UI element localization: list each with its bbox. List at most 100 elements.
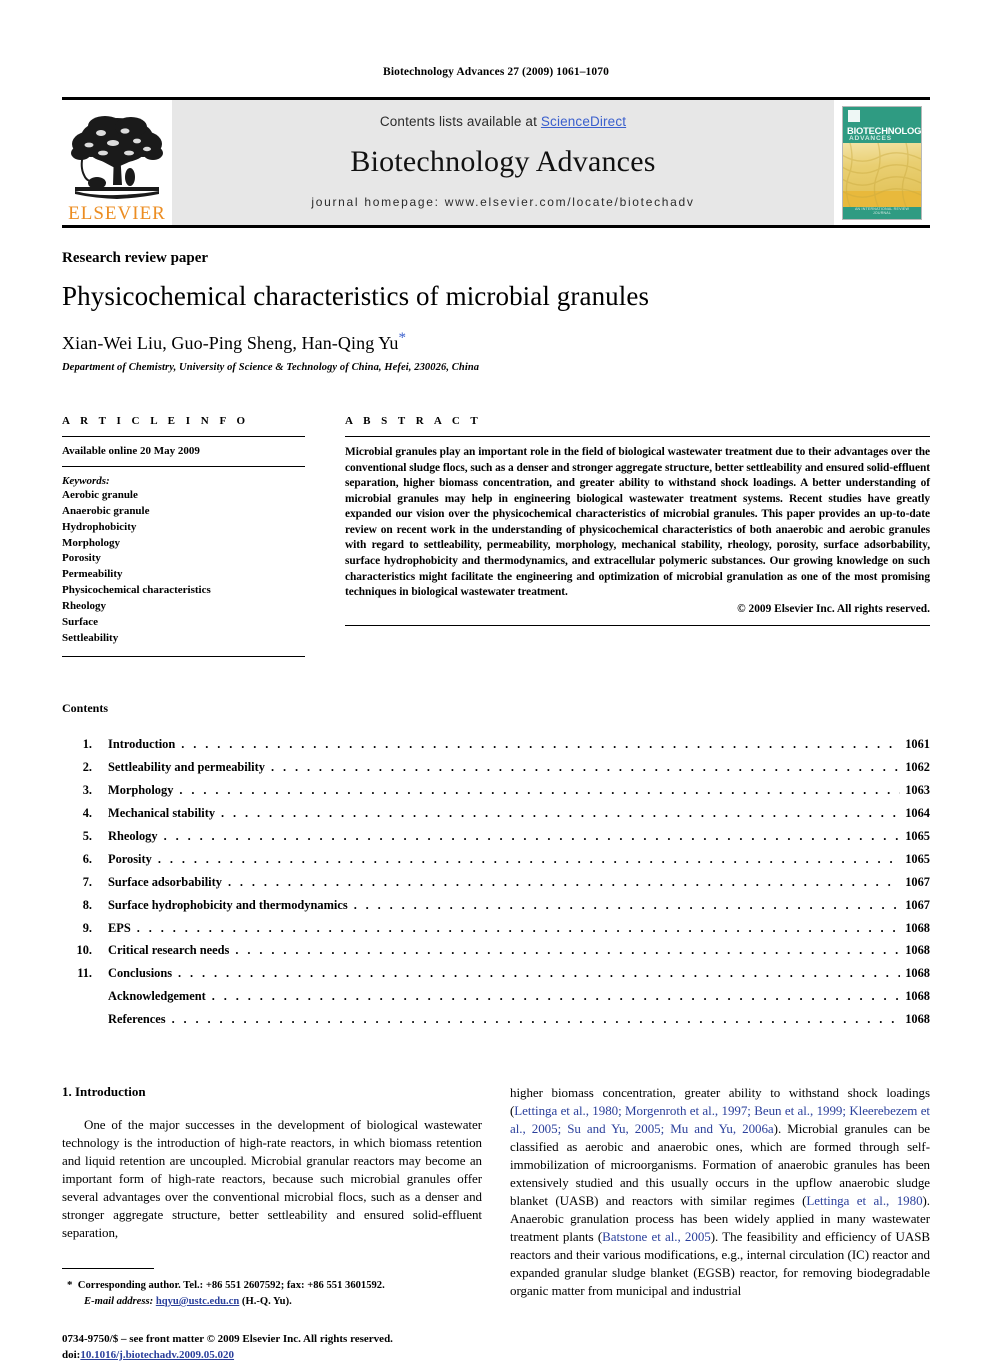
journal-title: Biotechnology Advances [350,145,656,178]
toc-row[interactable]: 2. Settleability and permeability . . . … [62,760,930,775]
contents-section: Contents 1. Introduction . . . . . . . .… [62,701,930,1025]
article-info-column: A R T I C L E I N F O Available online 2… [62,415,305,658]
body-columns: 1. Introduction One of the major success… [62,1084,930,1361]
toc-label: Mechanical stability [108,806,216,821]
abstract-rule-bottom [345,624,930,626]
toc-page-number: 1063 [905,783,930,798]
article-info-heading: A R T I C L E I N F O [62,415,250,428]
toc-page-number: 1068 [905,920,930,935]
toc-page-number: 1065 [905,851,930,866]
citation-group-2[interactable]: Lettinga et al., 1980 [806,1193,922,1208]
toc-label: Morphology [108,783,174,798]
toc-leader-dots: . . . . . . . . . . . . . . . . . . . . … [179,784,900,797]
toc-row[interactable]: 5. Rheology . . . . . . . . . . . . . . … [62,828,930,843]
toc-row[interactable]: 6. Porosity . . . . . . . . . . . . . . … [62,851,930,866]
toc-row[interactable]: 8. Surface hydrophobicity and thermodyna… [62,897,930,912]
toc-label: Rheology [108,828,158,843]
toc-label: EPS [108,920,131,935]
toc-row[interactable]: 10. Critical research needs . . . . . . … [62,943,931,958]
toc-row[interactable]: Acknowledgement . . . . . . . . . . . . … [62,990,930,1003]
toc-number: 7. [82,874,92,889]
toc-leader-dots: . . . . . . . . . . . . . . . . . . . . … [178,967,900,980]
doi-label: doi: [62,1348,81,1361]
corresponding-author-marker: * [398,330,407,347]
toc-page-number: 1068 [905,943,930,958]
cover-title: BIOTECHNOLOGY [847,124,922,136]
elsevier-tree-icon [67,111,167,203]
cover-dna-strands-icon [843,142,921,207]
toc-row[interactable]: 7. Surface adsorbability . . . . . . . .… [62,874,930,889]
toc-row[interactable]: 3. Morphology . . . . . . . . . . . . . … [62,783,930,798]
body-column-gutter [482,1084,510,1310]
toc-leader-dots: . . . . . . . . . . . . . . . . . . . . … [235,944,900,957]
keyword-item: Porosity [62,552,101,565]
toc-label: Introduction [108,737,176,752]
toc-number: 1. [82,737,92,752]
toc-leader-dots: . . . . . . . . . . . . . . . . . . . . … [211,990,900,1003]
info-abstract-region: A R T I C L E I N F O Available online 2… [62,415,930,658]
contents-lists-line: Contents lists available at ScienceDirec… [380,114,626,129]
contents-heading: Contents [62,701,109,716]
doi-link[interactable]: 10.1016/j.biotechadv.2009.05.020 [80,1349,234,1361]
toc-leader-dots: . . . . . . . . . . . . . . . . . . . . … [227,875,900,889]
toc-page-number: 1067 [905,897,930,912]
toc-row[interactable]: 11. Conclusions . . . . . . . . . . . . … [62,966,930,981]
citation-group-3[interactable]: Batstone et al., 2005 [602,1229,711,1244]
toc-leader-dots: . . . . . . . . . . . . . . . . . . . . … [353,898,901,912]
toc-row[interactable]: References . . . . . . . . . . . . . . .… [62,1012,930,1027]
toc-row[interactable]: 4. Mechanical stability . . . . . . . . … [62,806,930,821]
footnote-marker: * [67,1279,73,1292]
journal-masthead: ELSEVIER Contents lists available at Sci… [62,97,930,225]
cover-subtitle: ADVANCES [849,134,892,142]
title-block: Research review paper Physicochemical ch… [62,228,930,373]
toc-leader-dots: . . . . . . . . . . . . . . . . . . . . … [181,738,900,751]
email-suffix: (H.-Q. Yu). [241,1295,292,1307]
page-title: Physicochemical characteristics of micro… [62,281,650,311]
toc-leader-dots: . . . . . . . . . . . . . . . . . . . . … [163,829,901,843]
footnote-email: E-mail address: hqyu@ustc.edu.cn (H.-Q. … [62,1294,482,1309]
toc-row[interactable]: 9. EPS . . . . . . . . . . . . . . . . .… [62,920,930,935]
cover-image: BIOTECHNOLOGY ADVANCES AN INTERNATIONAL … [842,105,922,220]
toc-label: Surface hydrophobicity and thermodynamic… [108,897,348,912]
toc-page-number: 1061 [905,737,930,752]
toc-leader-dots: . . . . . . . . . . . . . . . . . . . . … [221,807,900,820]
keyword-item: Permeability [62,568,123,581]
toc-label: Critical research needs [108,943,230,958]
toc-leader-dots: . . . . . . . . . . . . . . . . . . . . … [157,852,900,866]
keyword-item: Aerobic granule [62,489,138,502]
toc-number: 8. [82,897,92,912]
affiliation: Department of Chemistry, University of S… [62,362,480,374]
footnote-text: Corresponding author. Tel.: +86 551 2607… [77,1280,385,1292]
toc-label: References [108,1012,166,1027]
journal-homepage[interactable]: journal homepage: www.elsevier.com/locat… [311,195,694,209]
toc-row[interactable]: 1. Introduction . . . . . . . . . . . . … [62,737,930,752]
keyword-item: Anaerobic granule [62,504,150,517]
contents-lists-text: Contents lists available at [379,114,541,129]
toc-label: Surface adsorbability [108,874,222,889]
body-left-column: 1. Introduction One of the major success… [62,1084,482,1361]
toc-number: 10. [76,943,93,958]
elsevier-logo: ELSEVIER [62,100,172,225]
toc-number: 9. [82,920,92,935]
keywords-block: Keywords: Aerobic granule Anaerobic gran… [62,467,305,646]
cover-elsevier-mark-icon [848,109,860,122]
toc-number: 11. [77,966,92,981]
toc-leader-dots: . . . . . . . . . . . . . . . . . . . . … [171,1013,901,1026]
email-link[interactable]: hqyu@ustc.edu.cn [156,1296,239,1307]
keyword-item: Rheology [62,599,106,612]
toc-number: 5. [82,828,92,843]
abstract-text: Microbial granules play an important rol… [345,446,930,599]
toc-leader-dots: . . . . . . . . . . . . . . . . . . . . … [136,921,900,934]
sciencedirect-link[interactable]: ScienceDirect [541,114,626,129]
footnote-rule [62,1268,154,1270]
available-online: Available online 20 May 2009 [62,445,200,458]
keyword-item: Surface [62,615,99,628]
running-head: Biotechnology Advances 27 (2009) 1061–10… [383,66,609,78]
toc-page-number: 1062 [905,760,930,775]
keyword-item: Physicochemical characteristics [62,584,211,597]
front-matter-line: 0734-9750/$ – see front matter © 2009 El… [62,1332,393,1345]
keyword-item: Settleability [62,631,119,644]
toc-number: 6. [82,851,92,866]
keywords-label: Keywords: [62,475,110,488]
toc-page-number: 1068 [905,1012,930,1027]
